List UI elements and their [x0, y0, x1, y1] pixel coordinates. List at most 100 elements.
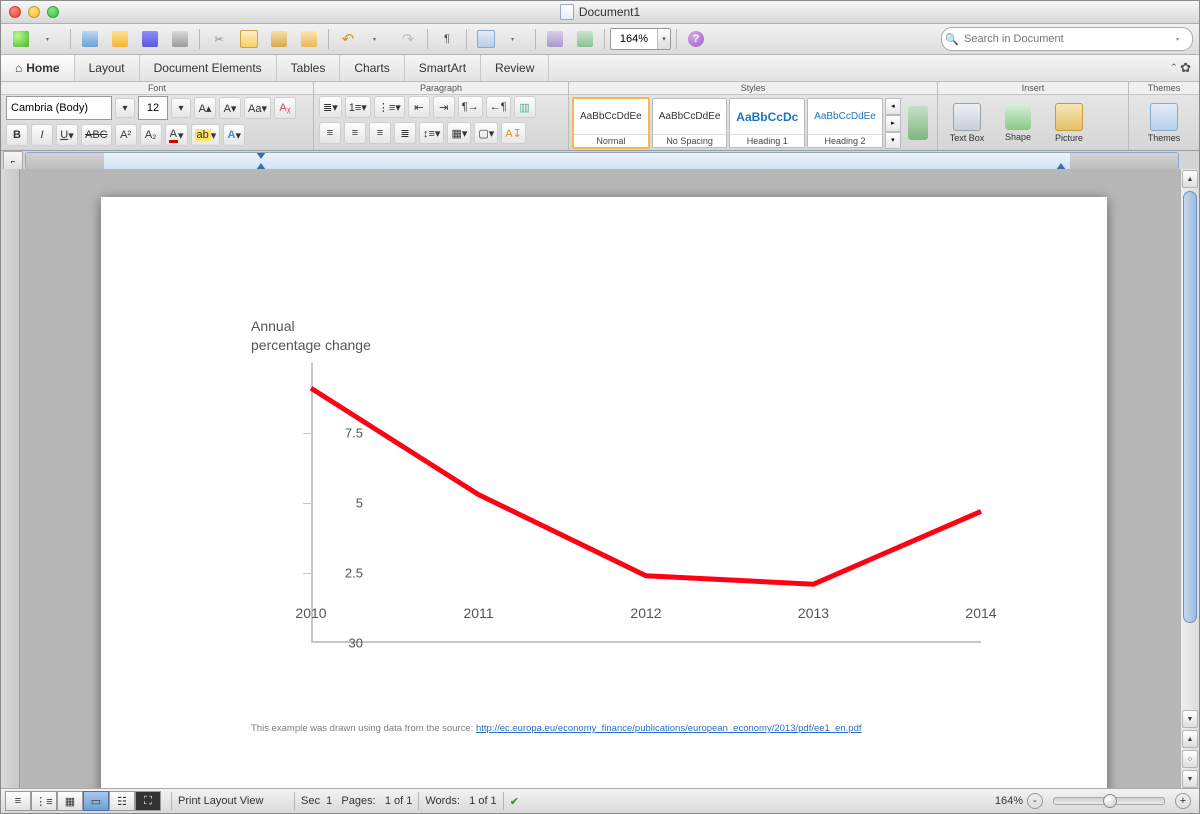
- print-button[interactable]: [166, 27, 194, 51]
- styles-pane-button[interactable]: [903, 96, 934, 150]
- highlight-button[interactable]: ab▾: [191, 124, 221, 146]
- align-right-button[interactable]: ≡: [369, 122, 391, 144]
- toolbox-button[interactable]: [541, 27, 569, 51]
- tab-charts[interactable]: Charts: [340, 55, 404, 81]
- document-page[interactable]: Annualpercentage change 302.557.5 201020…: [101, 197, 1107, 789]
- format-painter-button[interactable]: [295, 27, 323, 51]
- print-layout-view-button[interactable]: ▭: [83, 791, 109, 811]
- horizontal-ruler[interactable]: [25, 152, 1179, 170]
- style-heading-2[interactable]: AaBbCcDdEe: [808, 99, 882, 134]
- search-input[interactable]: [962, 32, 1176, 46]
- spellcheck-button[interactable]: ✔: [510, 795, 519, 808]
- columns-button[interactable]: ▥: [514, 96, 536, 118]
- zoom-knob[interactable]: [1103, 794, 1117, 808]
- multilevel-button[interactable]: ⋮≡▾: [374, 96, 405, 118]
- indent-button[interactable]: ⇥: [433, 96, 455, 118]
- font-family-dropdown[interactable]: ▾: [115, 98, 135, 118]
- change-case-button[interactable]: Aa▾: [244, 97, 271, 119]
- sort-button[interactable]: A↧: [501, 122, 526, 144]
- sidebar-dropdown[interactable]: ▾: [502, 27, 530, 51]
- tab-layout[interactable]: Layout: [75, 55, 140, 81]
- vertical-ruler[interactable]: [1, 169, 20, 789]
- scroll-track[interactable]: [1181, 189, 1199, 709]
- new-doc-dropdown[interactable]: ▾: [37, 27, 65, 51]
- browse-object-button[interactable]: ○: [1182, 750, 1198, 768]
- collapse-ribbon-button[interactable]: ˆ: [1172, 61, 1176, 76]
- clear-format-button[interactable]: Aᵪ: [274, 97, 296, 119]
- zoom-value-status[interactable]: 164%: [995, 795, 1023, 807]
- copy-button[interactable]: [235, 27, 263, 51]
- publishing-view-button[interactable]: ▦: [57, 791, 83, 811]
- font-color-button[interactable]: A▾: [165, 124, 188, 146]
- style-no-spacing[interactable]: AaBbCcDdEeNo Spacing: [652, 98, 728, 148]
- first-line-indent-marker[interactable]: [256, 152, 266, 159]
- save-button[interactable]: [136, 27, 164, 51]
- bold-button[interactable]: B: [6, 124, 28, 146]
- cut-button[interactable]: ✂: [205, 27, 233, 51]
- align-center-button[interactable]: ≡: [344, 122, 366, 144]
- grow-font-button[interactable]: A▴: [194, 97, 216, 119]
- line-spacing-button[interactable]: ↕≡▾: [419, 122, 444, 144]
- style-heading-1[interactable]: AaBbCcDcHeading 1: [729, 98, 805, 148]
- show-marks-button[interactable]: ¶: [433, 27, 461, 51]
- paste-button[interactable]: [265, 27, 293, 51]
- justify-button[interactable]: ≣: [394, 122, 416, 144]
- ribbon-options-button[interactable]: ✿: [1180, 60, 1191, 76]
- shrink-font-button[interactable]: A▾: [219, 97, 241, 119]
- outline-view-button[interactable]: ⋮≡: [31, 791, 57, 811]
- font-family-select[interactable]: Cambria (Body): [6, 96, 112, 120]
- scroll-thumb[interactable]: [1183, 191, 1197, 623]
- font-size-dropdown[interactable]: ▾: [171, 98, 191, 118]
- zoom-slider[interactable]: [1053, 797, 1165, 805]
- undo-dropdown[interactable]: ▾: [364, 27, 392, 51]
- superscript-button[interactable]: A²: [115, 124, 137, 146]
- new-doc-button[interactable]: [7, 27, 35, 51]
- search-field[interactable]: 🔍 ▾: [941, 27, 1193, 51]
- outdent-button[interactable]: ⇤: [408, 96, 430, 118]
- underline-button[interactable]: U▾: [56, 124, 78, 146]
- open-button[interactable]: [106, 27, 134, 51]
- gallery-prev-button[interactable]: ◂: [885, 98, 901, 115]
- strike-button[interactable]: ABC: [81, 124, 112, 146]
- align-left-button[interactable]: ≡: [319, 122, 341, 144]
- tab-smartart[interactable]: SmartArt: [405, 55, 481, 81]
- ltr-button[interactable]: ¶→: [458, 96, 483, 118]
- tab-document-elements[interactable]: Document Elements: [140, 55, 277, 81]
- text-effect-button[interactable]: A▾: [223, 124, 245, 146]
- bullets-button[interactable]: ≣▾: [319, 96, 342, 118]
- themes-button[interactable]: Themes: [1140, 96, 1188, 150]
- scroll-up-button[interactable]: ▲: [1182, 170, 1198, 188]
- tab-home[interactable]: ⌂Home: [1, 55, 75, 81]
- subscript-button[interactable]: A₂: [140, 124, 162, 146]
- zoom-in-button[interactable]: +: [1175, 793, 1191, 809]
- tab-tables[interactable]: Tables: [277, 55, 341, 81]
- insert-shape-button[interactable]: Shape: [994, 96, 1042, 150]
- numbering-button[interactable]: 1≡▾: [345, 96, 371, 118]
- source-link[interactable]: http://ec.europa.eu/economy_finance/publ…: [476, 723, 862, 734]
- font-size-select[interactable]: 12: [138, 96, 168, 120]
- undo-button[interactable]: ↶: [334, 27, 362, 51]
- vertical-scrollbar[interactable]: ▲ ▼ ▲ ○ ▼: [1180, 169, 1199, 789]
- next-page-button[interactable]: ▼: [1182, 770, 1198, 788]
- gallery-more-button[interactable]: ▾: [885, 132, 901, 149]
- redo-button[interactable]: ↷: [394, 27, 422, 51]
- scroll-down-button[interactable]: ▼: [1182, 710, 1198, 728]
- tab-stop-selector[interactable]: ⌐: [3, 151, 23, 171]
- gallery-next-button[interactable]: ▸: [885, 115, 901, 132]
- sidebar-toggle-button[interactable]: [472, 27, 500, 51]
- fullscreen-view-button[interactable]: ⛶: [135, 791, 161, 811]
- insert-textbox-button[interactable]: Text Box: [943, 96, 991, 150]
- zoom-out-button[interactable]: -: [1027, 793, 1043, 809]
- italic-button[interactable]: I: [31, 124, 53, 146]
- rtl-button[interactable]: ←¶: [486, 96, 511, 118]
- shading-button[interactable]: ▦▾: [447, 122, 471, 144]
- notebook-view-button[interactable]: ☷: [109, 791, 135, 811]
- style-normal[interactable]: AaBbCcDdEeNormal: [572, 97, 650, 149]
- zoom-select[interactable]: 164% ▾: [610, 28, 671, 50]
- prev-page-button[interactable]: ▲: [1182, 730, 1198, 748]
- gallery-button[interactable]: [571, 27, 599, 51]
- templates-button[interactable]: [76, 27, 104, 51]
- insert-picture-button[interactable]: Picture: [1045, 96, 1093, 150]
- tab-review[interactable]: Review: [481, 55, 549, 81]
- help-button[interactable]: ?: [682, 27, 710, 51]
